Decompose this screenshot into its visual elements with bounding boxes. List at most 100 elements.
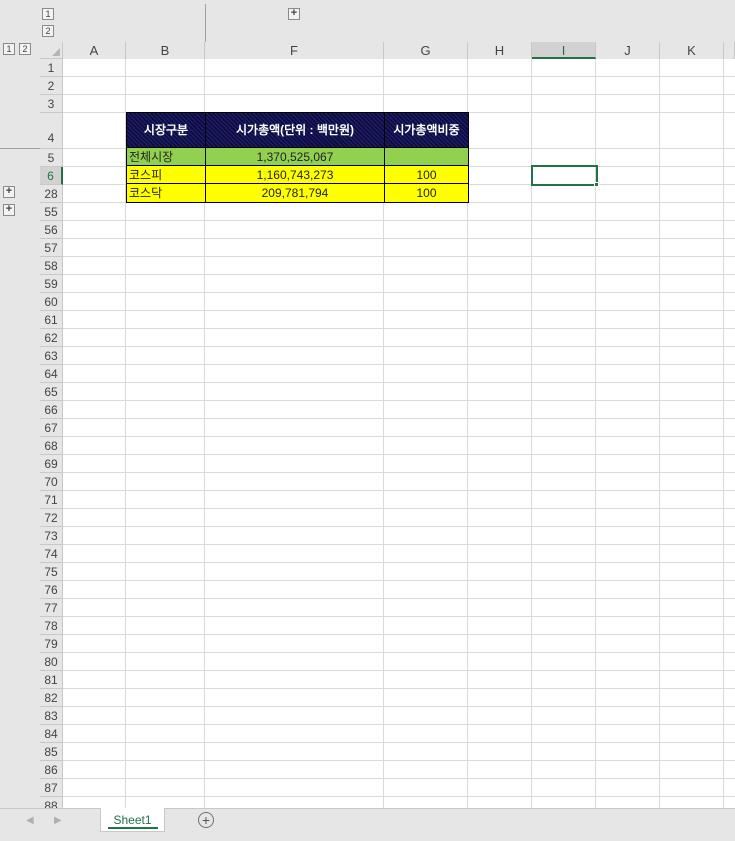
- row-header-81[interactable]: 81: [40, 671, 63, 689]
- row-header-75[interactable]: 75: [40, 563, 63, 581]
- scroll-right-icon[interactable]: ▶: [54, 815, 62, 826]
- row-gridline: [63, 418, 735, 419]
- row-header-55[interactable]: 55: [40, 203, 63, 221]
- column-header-l[interactable]: [724, 42, 735, 59]
- column-group-line: [205, 4, 206, 42]
- row-header-60[interactable]: 60: [40, 293, 63, 311]
- row-header-86[interactable]: 86: [40, 761, 63, 779]
- row-gridline: [63, 670, 735, 671]
- row-gridline: [63, 526, 735, 527]
- row-header-64[interactable]: 64: [40, 365, 63, 383]
- column-outline-bar: [0, 0, 735, 42]
- fill-handle[interactable]: [594, 182, 599, 187]
- expand-rows-button[interactable]: +: [3, 186, 15, 198]
- row-gridline: [63, 598, 735, 599]
- row-header-77[interactable]: 77: [40, 599, 63, 617]
- row-outline-level-2-button[interactable]: 2: [19, 43, 31, 55]
- table-cell-cap-weight[interactable]: 100: [384, 183, 469, 203]
- row-header-56[interactable]: 56: [40, 221, 63, 239]
- row-gridline: [63, 220, 735, 221]
- row-header-2[interactable]: 2: [40, 77, 63, 95]
- table-header-cap-weight[interactable]: 시가총액비중: [384, 112, 469, 148]
- row-header-63[interactable]: 63: [40, 347, 63, 365]
- row-gridline: [63, 472, 735, 473]
- row-header-69[interactable]: 69: [40, 455, 63, 473]
- row-gridline: [63, 742, 735, 743]
- row-gridline: [63, 580, 735, 581]
- row-gridline: [63, 238, 735, 239]
- column-header-h[interactable]: H: [468, 42, 532, 59]
- column-gridline: [659, 59, 660, 808]
- row-header-73[interactable]: 73: [40, 527, 63, 545]
- row-header-3[interactable]: 3: [40, 95, 63, 113]
- add-sheet-icon[interactable]: +: [198, 812, 214, 828]
- row-header-84[interactable]: 84: [40, 725, 63, 743]
- table-cell-market-cap[interactable]: 1,160,743,273: [205, 165, 385, 184]
- expand-columns-button[interactable]: +: [288, 8, 300, 20]
- row-header-76[interactable]: 76: [40, 581, 63, 599]
- row-header-1[interactable]: 1: [40, 59, 63, 77]
- column-header-b[interactable]: B: [126, 42, 205, 59]
- column-outline-level-2-button[interactable]: 2: [42, 25, 54, 37]
- row-header-70[interactable]: 70: [40, 473, 63, 491]
- table-cell-market[interactable]: 전체시장: [126, 147, 206, 166]
- row-gridline: [63, 778, 735, 779]
- row-header-4[interactable]: 4: [40, 113, 63, 149]
- row-gridline: [63, 760, 735, 761]
- row-gridline: [63, 76, 735, 77]
- row-gridline: [63, 400, 735, 401]
- table-cell-market-cap[interactable]: 1,370,525,067: [205, 147, 385, 166]
- row-header-72[interactable]: 72: [40, 509, 63, 527]
- row-header-57[interactable]: 57: [40, 239, 63, 257]
- row-header-78[interactable]: 78: [40, 617, 63, 635]
- table-cell-market[interactable]: 코스피: [126, 165, 206, 184]
- table-header-market[interactable]: 시장구분: [126, 112, 206, 148]
- row-gridline: [63, 490, 735, 491]
- row-outline-level-1-button[interactable]: 1: [3, 43, 15, 55]
- select-all-button[interactable]: [40, 42, 63, 59]
- table-cell-cap-weight[interactable]: 100: [384, 165, 469, 184]
- row-header-74[interactable]: 74: [40, 545, 63, 563]
- row-header-58[interactable]: 58: [40, 257, 63, 275]
- row-gridline: [63, 328, 735, 329]
- column-header-g[interactable]: G: [384, 42, 468, 59]
- column-header-f[interactable]: F: [205, 42, 384, 59]
- row-header-5[interactable]: 5: [40, 149, 63, 167]
- row-gridline: [63, 562, 735, 563]
- table-cell-market-cap[interactable]: 209,781,794: [205, 183, 385, 203]
- row-header-68[interactable]: 68: [40, 437, 63, 455]
- row-gridline: [63, 310, 735, 311]
- active-cell-selection[interactable]: [531, 165, 598, 186]
- row-header-82[interactable]: 82: [40, 689, 63, 707]
- row-header-61[interactable]: 61: [40, 311, 63, 329]
- table-cell-cap-weight[interactable]: [384, 147, 469, 166]
- row-header-87[interactable]: 87: [40, 779, 63, 797]
- row-gridline: [63, 94, 735, 95]
- scroll-left-icon[interactable]: ◀: [26, 815, 34, 826]
- row-header-85[interactable]: 85: [40, 743, 63, 761]
- row-header-80[interactable]: 80: [40, 653, 63, 671]
- row-gridline: [63, 616, 735, 617]
- select-all-triangle-icon: [52, 48, 60, 56]
- row-header-71[interactable]: 71: [40, 491, 63, 509]
- expand-rows-button[interactable]: +: [3, 204, 15, 216]
- row-header-59[interactable]: 59: [40, 275, 63, 293]
- row-header-83[interactable]: 83: [40, 707, 63, 725]
- column-header-a[interactable]: A: [63, 42, 126, 59]
- row-header-28[interactable]: 28: [40, 185, 63, 203]
- row-header-6[interactable]: 6: [40, 167, 63, 185]
- column-header-k[interactable]: K: [660, 42, 724, 59]
- column-gridline: [723, 59, 724, 808]
- row-header-79[interactable]: 79: [40, 635, 63, 653]
- row-gridline: [63, 652, 735, 653]
- column-header-i[interactable]: I: [532, 42, 596, 59]
- table-cell-market[interactable]: 코스닥: [126, 183, 206, 203]
- row-header-67[interactable]: 67: [40, 419, 63, 437]
- row-header-66[interactable]: 66: [40, 401, 63, 419]
- row-gridline: [63, 688, 735, 689]
- column-header-j[interactable]: J: [596, 42, 660, 59]
- row-header-65[interactable]: 65: [40, 383, 63, 401]
- row-header-62[interactable]: 62: [40, 329, 63, 347]
- column-outline-level-1-button[interactable]: 1: [42, 8, 54, 20]
- table-header-market-cap[interactable]: 시가총액(단위 : 백만원): [205, 112, 385, 148]
